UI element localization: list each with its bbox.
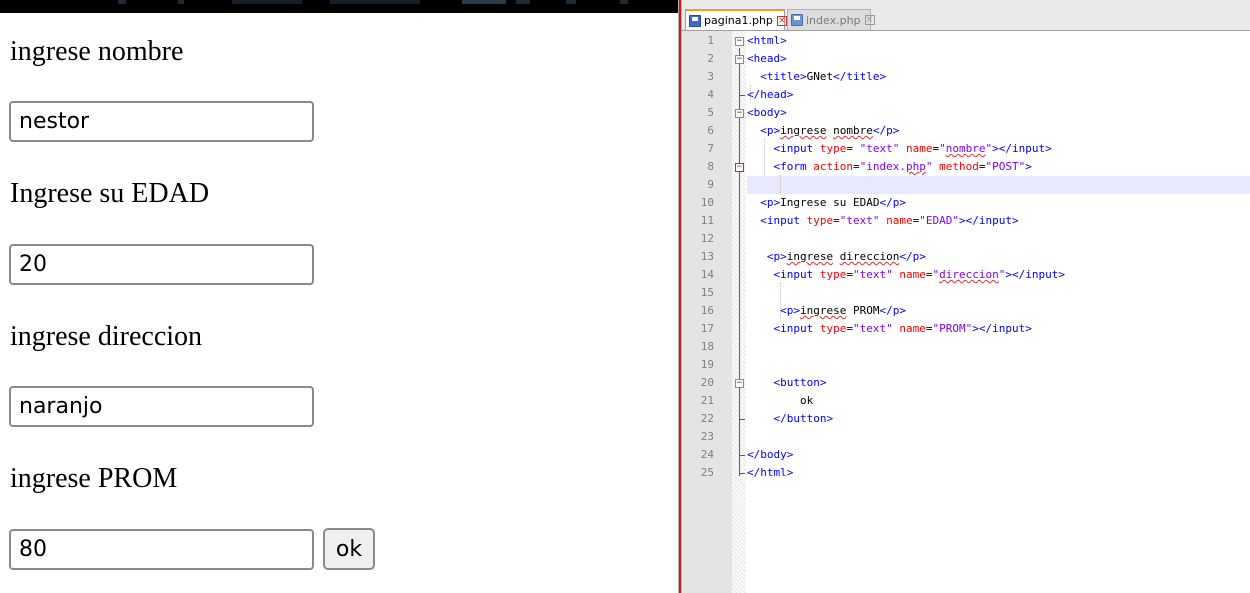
line-number: 20	[700, 376, 714, 389]
code-line[interactable]: <input type="text" name="PROM"></input>	[747, 320, 1032, 338]
tab-label: index.php	[806, 13, 861, 27]
line-number: 24	[700, 448, 714, 461]
line-number: 3	[707, 70, 714, 83]
tab-pagina1[interactable]: pagina1.php ×	[685, 9, 787, 30]
line-number: 7	[707, 142, 714, 155]
browser-viewport: ingrese nombre nestor Ingrese su EDAD 20…	[0, 0, 678, 593]
fold-toggle-icon[interactable]: −	[735, 379, 744, 388]
line-number: 22	[700, 412, 714, 425]
close-icon[interactable]: ×	[776, 15, 787, 26]
save-disk-icon	[791, 14, 803, 26]
code-line[interactable]: </html>	[747, 464, 793, 482]
line-number: 10	[700, 196, 714, 209]
code-line[interactable]: <input type= "text" name="nombre"></inpu…	[747, 140, 1052, 158]
save-disk-icon	[689, 14, 701, 27]
code-editor: pagina1.php × index.php × − − − − − 1 <ht…	[682, 0, 1250, 593]
code-line[interactable]: <body>	[747, 104, 787, 122]
code-line[interactable]: ok	[747, 392, 813, 410]
code-area[interactable]: − − − − − 1 <html> 2 <head> 3 <title>GNet</t…	[682, 31, 1250, 593]
line-number: 23	[700, 430, 714, 443]
current-line-highlight	[747, 176, 1250, 194]
line-number: 4	[707, 88, 714, 101]
line-number: 9	[707, 178, 714, 191]
code-line[interactable]: <p>Ingrese su EDAD</p>	[747, 194, 906, 212]
fold-toggle-icon[interactable]: −	[735, 109, 744, 118]
line-number: 2	[707, 52, 714, 65]
close-icon[interactable]: ×	[864, 15, 875, 25]
editor-tab-bar: pagina1.php × index.php ×	[682, 0, 1250, 31]
browser-toolbar-strip	[0, 0, 678, 13]
code-line[interactable]: <form action="index.php" method="POST">	[747, 158, 1032, 176]
code-line[interactable]: <input type="text" name="direccion"></in…	[747, 266, 1065, 284]
code-line[interactable]: <p>ingrese nombre</p>	[747, 122, 899, 140]
line-number: 21	[700, 394, 714, 407]
code-line[interactable]: <button>	[747, 374, 827, 392]
line-number: 1	[707, 34, 714, 47]
label-direccion: ingrese direccion	[10, 321, 203, 352]
code-line[interactable]: </head>	[747, 86, 793, 104]
fold-toggle-icon[interactable]: −	[735, 37, 744, 46]
tab-label: pagina1.php	[704, 14, 773, 27]
line-number: 6	[707, 124, 714, 137]
code-line[interactable]: <head>	[747, 50, 787, 68]
label-edad: Ingrese su EDAD	[10, 178, 210, 209]
fold-toggle-icon[interactable]: −	[735, 163, 744, 172]
tab-index[interactable]: index.php ×	[787, 9, 875, 30]
line-number: 14	[700, 268, 714, 281]
line-number: 18	[700, 340, 714, 353]
code-line[interactable]: </body>	[747, 446, 793, 464]
label-nombre: ingrese nombre	[10, 36, 184, 67]
input-edad[interactable]: 20	[9, 244, 314, 285]
line-number: 17	[700, 322, 714, 335]
line-number: 25	[700, 466, 714, 479]
ok-button[interactable]: ok	[323, 528, 375, 570]
input-nombre[interactable]: nestor	[9, 101, 314, 142]
code-line[interactable]: <html>	[747, 32, 787, 50]
line-number: 13	[700, 250, 714, 263]
code-line[interactable]: <title>GNet</title>	[747, 68, 886, 86]
line-number: 5	[707, 106, 714, 119]
line-number: 12	[700, 232, 714, 245]
code-line[interactable]: </button>	[747, 410, 834, 428]
line-number: 11	[700, 214, 714, 227]
code-line[interactable]: <p>ingrese PROM</p>	[747, 302, 906, 320]
code-line[interactable]: <input type="text" name="EDAD"></input>	[747, 212, 1018, 230]
code-line[interactable]: <p>ingrese direccion</p>	[747, 248, 926, 266]
line-number: 15	[700, 286, 714, 299]
line-number: 8	[707, 160, 714, 173]
fold-toggle-icon[interactable]: −	[735, 55, 744, 64]
line-number: 19	[700, 358, 714, 371]
input-prom[interactable]: 80	[9, 529, 314, 570]
label-prom: ingrese PROM	[10, 463, 178, 494]
line-number: 16	[700, 304, 714, 317]
input-direccion[interactable]: naranjo	[9, 386, 314, 427]
